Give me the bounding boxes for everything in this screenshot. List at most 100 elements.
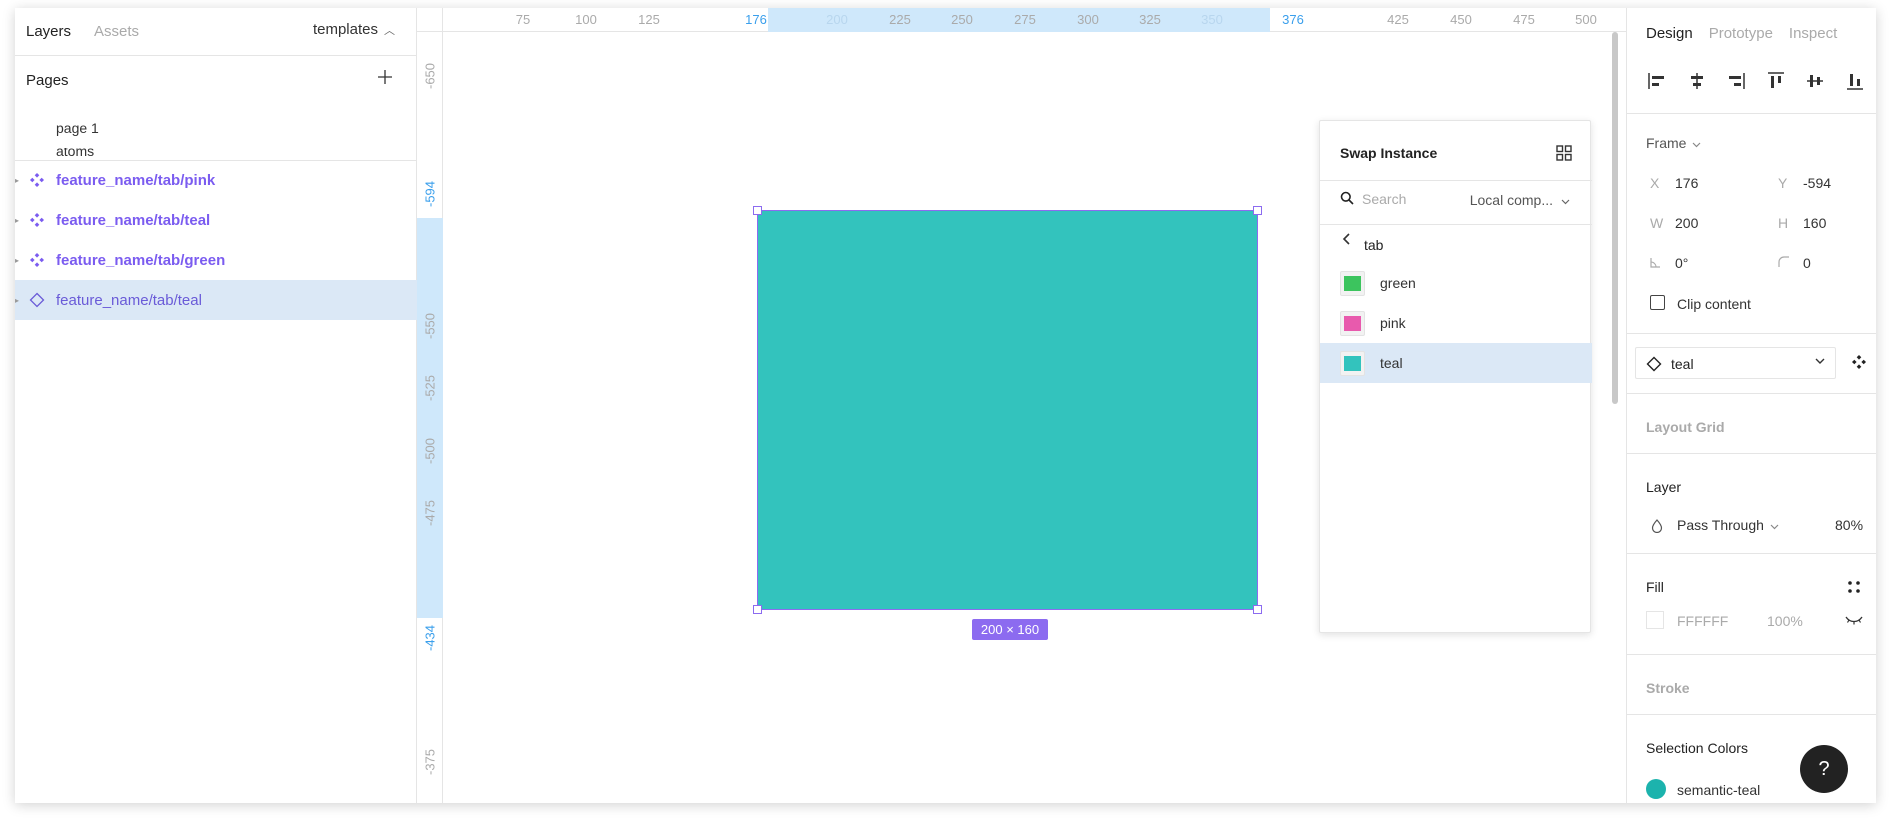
tab-assets[interactable]: Assets (94, 23, 139, 40)
page-item[interactable]: page 1 (56, 120, 99, 136)
divider (1627, 453, 1876, 454)
tab-design[interactable]: Design (1646, 25, 1693, 42)
ruler-tick: 100 (575, 12, 597, 27)
ruler-tick: 475 (1513, 12, 1535, 27)
layers-panel: Layers Assets templates ︿ Pages page 1 a… (15, 8, 417, 803)
ruler-tick: 450 (1450, 12, 1472, 27)
layout-grid-title[interactable]: Layout Grid (1646, 419, 1725, 435)
divider (1627, 113, 1876, 114)
fill-section-title: Fill (1646, 579, 1664, 595)
swap-search-input[interactable] (1362, 187, 1457, 211)
tab-layers[interactable]: Layers (26, 23, 71, 40)
instance-icon (1646, 356, 1662, 372)
clip-content-checkbox[interactable] (1650, 295, 1665, 310)
page-item[interactable]: atoms (56, 148, 94, 159)
divider (1627, 714, 1876, 715)
resize-handle-top-right[interactable] (1253, 206, 1262, 215)
add-page-button[interactable] (373, 66, 397, 90)
component-icon (28, 171, 46, 189)
clip-content-label: Clip content (1677, 296, 1751, 312)
resize-handle-top-left[interactable] (753, 206, 762, 215)
blend-mode-icon (1650, 519, 1664, 534)
selected-frame[interactable] (753, 206, 1262, 614)
align-vertical-center-icon[interactable] (1804, 70, 1826, 92)
ruler-tick: 300 (1077, 12, 1099, 27)
swap-option-label: teal (1380, 355, 1403, 371)
library-switcher[interactable]: templates ︿ (313, 21, 395, 38)
hidden-eye-icon[interactable] (1845, 613, 1863, 627)
width-field[interactable]: W 200 (1650, 215, 1698, 231)
expand-caret-icon[interactable]: ▸ (15, 216, 19, 225)
swap-option-pink[interactable]: pink (1320, 303, 1592, 343)
layer-label: feature_name/tab/green (56, 251, 226, 269)
height-field[interactable]: H 160 (1778, 215, 1826, 231)
align-left-icon[interactable] (1646, 70, 1668, 92)
library-dropdown-label: Local comp... (1469, 192, 1553, 208)
ruler-tick: -475 (422, 499, 438, 527)
x-label: X (1650, 175, 1660, 191)
resize-handle-bottom-left[interactable] (753, 605, 762, 614)
component-icon (28, 211, 46, 229)
pages-title: Pages (26, 72, 69, 89)
rotation-field[interactable]: 0° (1650, 255, 1688, 271)
corner-radius-value: 0 (1803, 255, 1811, 271)
swap-option-green[interactable]: green (1320, 263, 1592, 303)
go-to-main-component-icon[interactable] (1852, 355, 1868, 371)
frame-type-dropdown[interactable]: Frame (1646, 135, 1701, 151)
instance-icon (28, 291, 46, 309)
plus-icon (378, 70, 392, 84)
help-button[interactable]: ? (1800, 745, 1848, 793)
corner-radius-field[interactable]: 0 (1778, 255, 1811, 271)
swap-instance-panel: Swap Instance Local comp... tab green pi… (1319, 120, 1592, 633)
ruler-tick: -525 (422, 374, 438, 402)
instance-swap-dropdown[interactable]: teal (1635, 347, 1836, 379)
grid-view-icon[interactable] (1556, 145, 1572, 161)
layer-row[interactable]: ▸ feature_name/tab/green (15, 240, 417, 280)
component-thumbnail (1340, 271, 1365, 296)
library-name: templates (312, 21, 378, 38)
expand-caret-icon[interactable]: ▸ (15, 176, 19, 185)
ruler-tick: 75 (515, 12, 531, 27)
ruler-tick-selection-end: -434 (422, 624, 438, 652)
w-label: W (1650, 215, 1664, 231)
tab-prototype[interactable]: Prototype (1709, 25, 1773, 42)
rotation-icon (1650, 255, 1675, 271)
ruler-top: 75 100 125 176 200 225 250 275 300 325 3… (443, 8, 1627, 32)
align-top-icon[interactable] (1765, 70, 1787, 92)
resize-handle-bottom-right[interactable] (1253, 605, 1262, 614)
layer-row[interactable]: ▸ feature_name/tab/teal (15, 200, 417, 240)
ruler-tick-selection-start: 176 (745, 12, 767, 27)
back-chevron-icon[interactable] (1336, 228, 1358, 250)
library-dropdown[interactable]: Local comp... (1470, 192, 1570, 208)
canvas-scrollbar[interactable] (1612, 32, 1618, 404)
selection-colors-title: Selection Colors (1646, 740, 1748, 756)
stroke-section-title[interactable]: Stroke (1646, 680, 1690, 696)
fill-color-swatch[interactable] (1646, 611, 1664, 629)
layer-opacity[interactable]: 80% (1835, 517, 1863, 533)
y-field[interactable]: Y -594 (1778, 175, 1831, 191)
ruler-corner (417, 8, 443, 32)
layer-row[interactable]: ▸ feature_name/tab/pink (15, 160, 417, 200)
expand-caret-icon[interactable]: ▸ (15, 296, 19, 305)
swap-option-label: pink (1380, 315, 1406, 331)
style-grid-icon[interactable] (1847, 580, 1861, 594)
tab-inspect[interactable]: Inspect (1789, 25, 1837, 42)
fill-hex-value[interactable]: FFFFFF (1677, 613, 1728, 629)
align-bottom-icon[interactable] (1844, 70, 1866, 92)
swap-option-teal[interactable]: teal (1320, 343, 1592, 383)
ruler-tick-selection-start: -594 (422, 180, 438, 208)
expand-caret-icon[interactable]: ▸ (15, 256, 19, 265)
ruler-tick: 500 (1575, 12, 1597, 27)
chevron-down-icon (1815, 354, 1825, 368)
x-field[interactable]: X 176 (1650, 175, 1698, 191)
blend-mode-dropdown[interactable]: Pass Through (1677, 517, 1779, 533)
swap-instance-title: Swap Instance (1340, 145, 1438, 161)
align-horizontal-center-icon[interactable] (1686, 70, 1708, 92)
selection-color-name[interactable]: semantic-teal (1677, 782, 1760, 798)
selection-color-swatch[interactable] (1646, 779, 1666, 799)
layer-row-selected[interactable]: ▸ feature_name/tab/teal (15, 280, 417, 320)
fill-opacity[interactable]: 100% (1767, 613, 1803, 629)
y-label: Y (1778, 175, 1788, 191)
align-right-icon[interactable] (1725, 70, 1747, 92)
divider (1320, 224, 1592, 225)
